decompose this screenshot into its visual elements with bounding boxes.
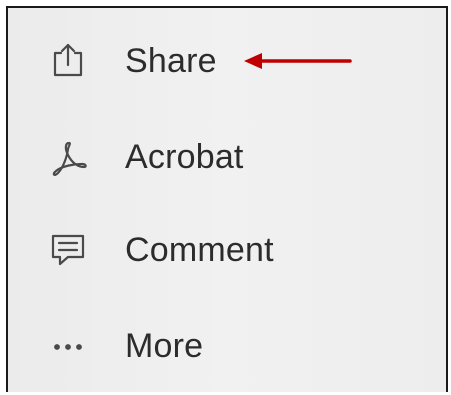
menu-item-label: Share — [125, 41, 217, 80]
side-menu: Share Acrobat Comment More — [8, 8, 446, 392]
menu-item-label: More — [125, 326, 204, 365]
menu-item-share[interactable]: Share — [8, 26, 446, 96]
menu-panel: Share Acrobat Comment More — [6, 6, 448, 392]
comment-icon — [42, 224, 94, 276]
annotation-arrow — [244, 53, 352, 69]
menu-item-label: Acrobat — [125, 137, 244, 176]
acrobat-icon — [42, 131, 94, 183]
share-icon — [42, 35, 94, 87]
more-icon — [42, 320, 94, 372]
menu-item-comment[interactable]: Comment — [8, 215, 446, 285]
menu-item-more[interactable]: More — [8, 311, 446, 381]
menu-item-acrobat[interactable]: Acrobat — [8, 122, 446, 192]
menu-item-label: Comment — [125, 230, 274, 269]
